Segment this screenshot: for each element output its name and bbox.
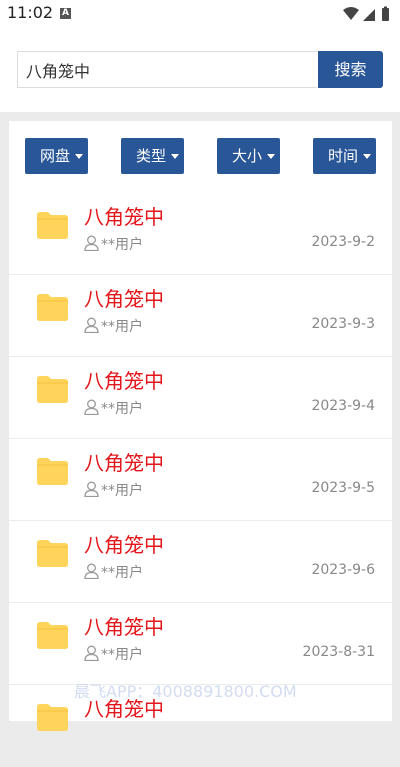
result-title[interactable]: 八角笼中 <box>84 529 164 558</box>
folder-icon <box>37 212 68 239</box>
notification-icon: A <box>60 8 71 19</box>
folder-icon <box>37 704 68 731</box>
result-item[interactable]: 八角笼中 **用户 2023-9-4 <box>9 356 392 439</box>
caret-down-icon <box>267 154 275 159</box>
folder-icon <box>37 294 68 321</box>
signal-icon <box>363 9 375 21</box>
status-time: 11:02 <box>7 3 54 22</box>
result-date: 2023-9-3 <box>311 316 375 332</box>
result-date: 2023-9-4 <box>311 398 375 414</box>
system-icons <box>343 6 389 21</box>
folder-icon <box>37 540 68 567</box>
result-date: 2023-9-2 <box>311 234 375 250</box>
caret-down-icon <box>363 154 371 159</box>
result-title[interactable]: 八角笼中 <box>84 447 164 476</box>
result-item[interactable]: 八角笼中 **用户 2023-8-31 <box>9 602 392 685</box>
result-item[interactable]: 八角笼中 **用户 2023-9-2 <box>9 192 392 275</box>
filter-label: 大小 <box>232 147 263 165</box>
result-user: **用户 <box>101 401 143 417</box>
filter-type[interactable]: 类型 <box>121 138 184 174</box>
wifi-icon <box>343 7 359 20</box>
result-item[interactable]: 八角笼中 **用户 2023-9-6 <box>9 520 392 603</box>
results-panel: 网盘 类型 大小 时间 八角笼中 **用户 2023-9-2 八角笼中 **用户 2023… <box>9 121 392 767</box>
folder-icon <box>37 376 68 403</box>
caret-down-icon <box>75 154 83 159</box>
result-date: 2023-9-5 <box>311 480 375 496</box>
search-button[interactable]: 搜索 <box>318 51 383 88</box>
filter-label: 时间 <box>328 147 359 165</box>
result-title[interactable]: 八角笼中 <box>84 201 164 230</box>
result-date: 2023-8-31 <box>302 644 375 660</box>
user-icon <box>84 399 99 416</box>
search-header: 搜索 <box>0 30 400 112</box>
folder-icon <box>37 458 68 485</box>
result-item[interactable]: 八角笼中 **用户 2023-9-5 <box>9 438 392 521</box>
watermark: 晨飞APP：4008891800.COM <box>74 682 297 701</box>
user-icon <box>84 317 99 334</box>
result-user: **用户 <box>101 565 143 581</box>
result-user: **用户 <box>101 237 143 253</box>
user-icon <box>84 563 99 580</box>
result-user: **用户 <box>101 319 143 335</box>
result-item[interactable]: 八角笼中 **用户 2023-9-3 <box>9 274 392 357</box>
search-input[interactable] <box>17 51 317 88</box>
status-bar: 11:02 A <box>0 0 400 30</box>
caret-down-icon <box>171 154 179 159</box>
filter-size[interactable]: 大小 <box>217 138 280 174</box>
folder-icon <box>37 622 68 649</box>
battery-icon <box>382 8 389 21</box>
filter-pan[interactable]: 网盘 <box>25 138 88 174</box>
result-user: **用户 <box>101 483 143 499</box>
result-date: 2023-9-6 <box>311 562 375 578</box>
result-title[interactable]: 八角笼中 <box>84 611 164 640</box>
filter-label: 网盘 <box>40 147 71 165</box>
filter-label: 类型 <box>136 147 167 165</box>
user-icon <box>84 481 99 498</box>
result-title[interactable]: 八角笼中 <box>84 365 164 394</box>
user-icon <box>84 645 99 662</box>
result-user: **用户 <box>101 647 143 663</box>
result-title[interactable]: 八角笼中 <box>84 283 164 312</box>
filter-time[interactable]: 时间 <box>313 138 376 174</box>
user-icon <box>84 235 99 252</box>
